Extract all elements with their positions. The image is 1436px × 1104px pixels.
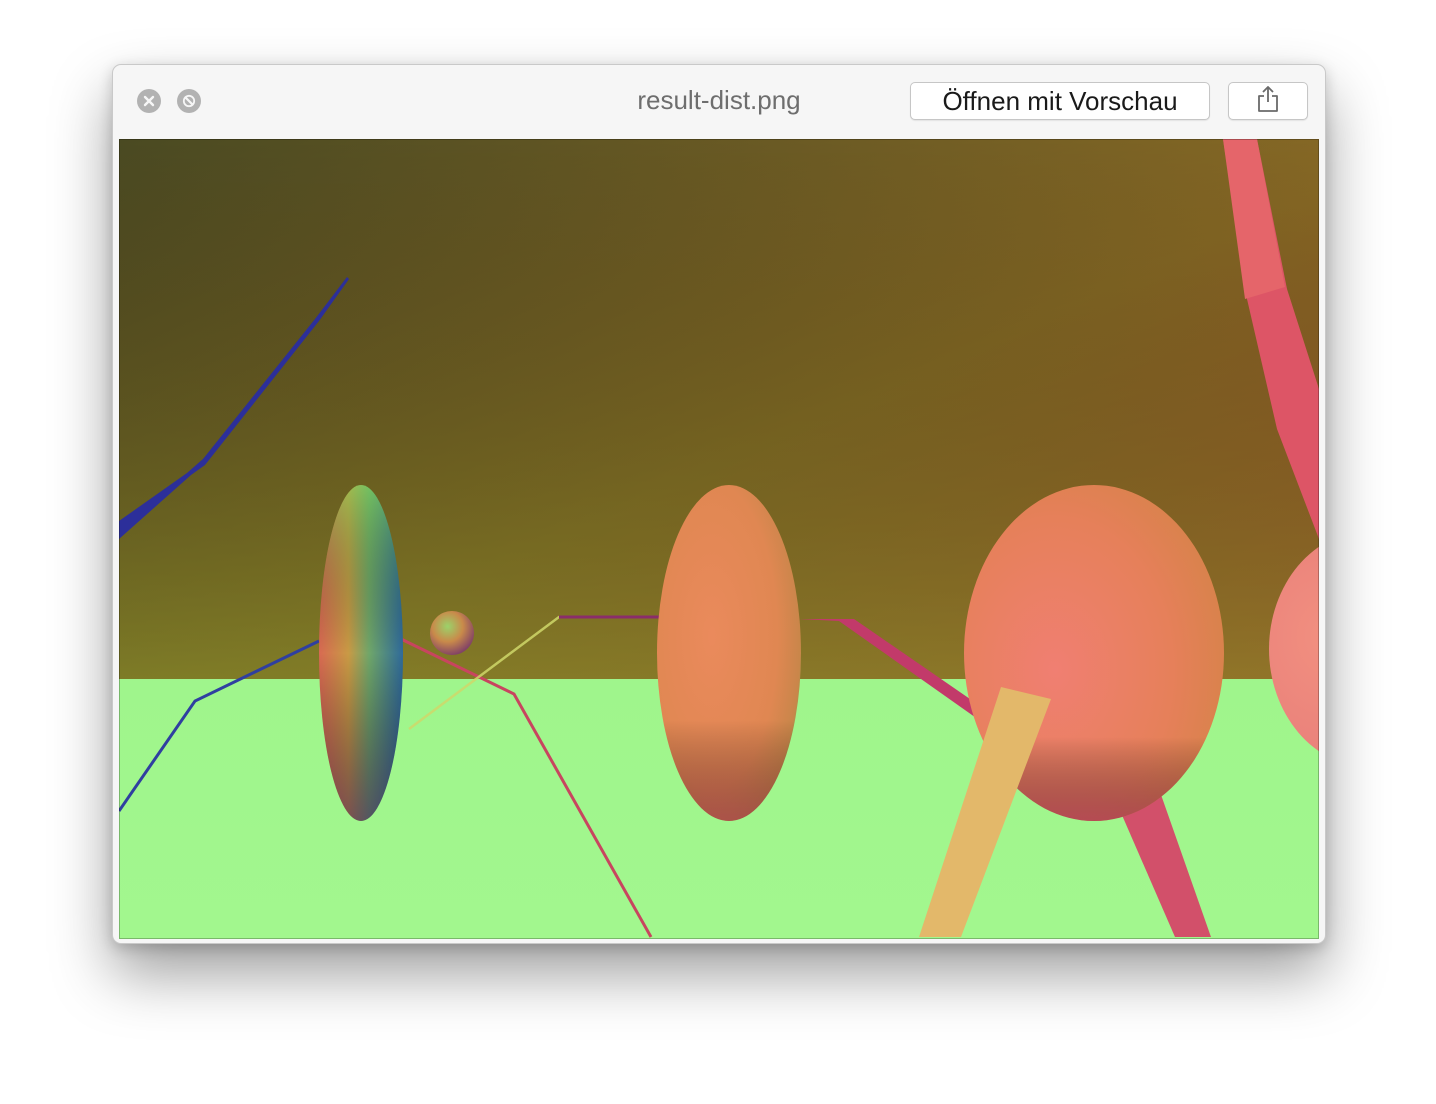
small-ball [430,611,474,655]
quicklook-window: result-dist.png Öffnen mit Vorschau [112,64,1326,944]
close-button[interactable] [137,89,161,113]
open-with-preview-button[interactable]: Öffnen mit Vorschau [910,82,1210,120]
close-icon [143,95,155,107]
fullscreen-icon [182,94,196,108]
share-button[interactable] [1228,82,1308,120]
fullscreen-button[interactable] [177,89,201,113]
share-icon [1256,85,1280,118]
title-bar: result-dist.png Öffnen mit Vorschau [113,65,1325,137]
image-preview [119,139,1319,939]
rendered-scene [119,139,1319,939]
